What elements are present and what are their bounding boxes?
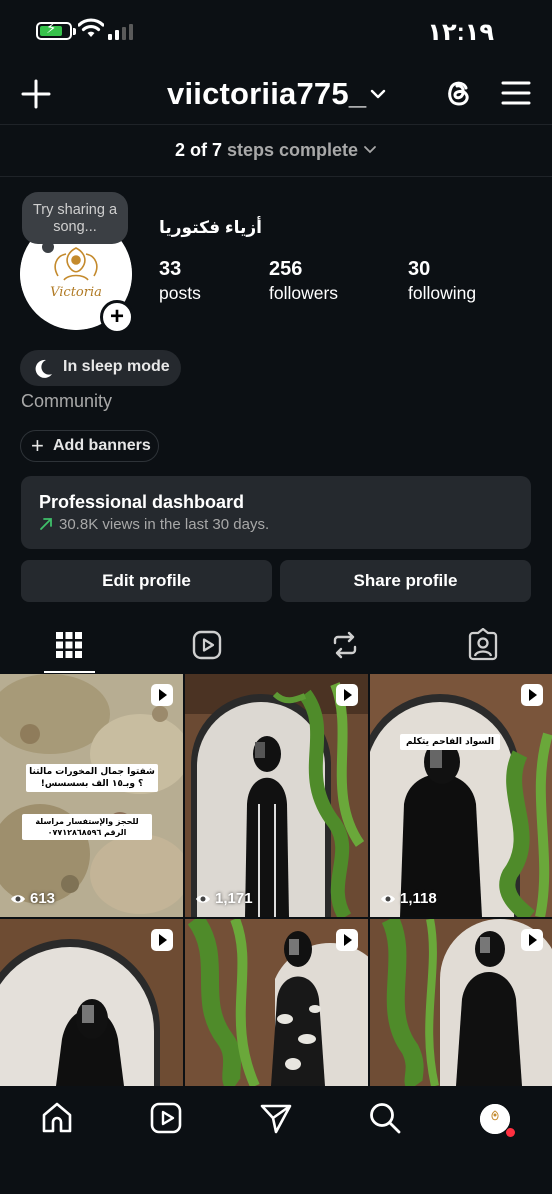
reel-icon [151, 684, 173, 706]
reel-icon [521, 929, 543, 951]
stat-label: posts [159, 283, 201, 303]
profile-top-bar: viictoriia775_ [0, 62, 552, 124]
note-bubble[interactable]: Try sharing a song... [22, 192, 128, 253]
eye-icon [11, 895, 25, 903]
posts-grid: شفتوا جمال المخورات مالتنا ؟ وبـ١٥ الف ب… [0, 674, 552, 1086]
reels-icon[interactable] [148, 1100, 184, 1136]
home-icon[interactable] [39, 1100, 75, 1136]
stat-posts[interactable]: 33 posts [159, 258, 201, 305]
reel-icon [336, 929, 358, 951]
steps-complete-banner[interactable]: 2 of 7 steps complete [0, 126, 552, 176]
eye-icon [196, 895, 210, 903]
bottom-navigation [0, 1086, 552, 1194]
app-screen: ⚡ ١٢:١٩ viictoriia775_ 2 of 7 steps comp… [0, 0, 552, 1194]
trend-up-icon [40, 518, 52, 530]
tab-reposts-icon[interactable] [328, 628, 362, 662]
cellular-signal-icon [108, 24, 136, 40]
sleep-mode-label: In sleep mode [63, 358, 170, 375]
svg-text:Victoria: Victoria [50, 285, 102, 300]
view-count-value: 1,118 [400, 890, 437, 907]
status-time: ١٢:١٩ [427, 19, 494, 46]
eye-icon [381, 895, 395, 903]
moon-icon [35, 359, 52, 378]
profile-category: Community [21, 391, 113, 411]
divider [0, 124, 552, 125]
add-banners-button[interactable]: + Add banners [20, 430, 159, 462]
reel-icon [151, 929, 173, 951]
view-count: 1,118 [380, 890, 437, 907]
reel-icon [336, 684, 358, 706]
wifi-icon [78, 18, 104, 37]
view-count-value: 1,171 [215, 890, 253, 907]
post-tile[interactable] [370, 919, 552, 1086]
profile-full-name: أزياء فكتوريا [159, 218, 262, 237]
create-plus-icon[interactable] [20, 78, 52, 110]
threads-icon[interactable] [442, 76, 476, 110]
post-thumbnail [185, 674, 368, 917]
steps-suffix: steps complete [226, 140, 359, 160]
stat-value: 256 [269, 258, 303, 280]
divider [0, 176, 552, 177]
chevron-down-icon[interactable] [370, 88, 386, 100]
post-thumbnail [370, 674, 552, 917]
tab-reels-icon[interactable] [190, 628, 224, 662]
stat-followers[interactable]: 256 followers [269, 258, 338, 305]
post-tile[interactable]: السواد الفاحم يتكلم 1,118 [370, 674, 552, 917]
edit-profile-button[interactable]: Edit profile [21, 560, 272, 602]
stat-value: 33 [159, 258, 182, 280]
view-count: 1,171 [195, 890, 253, 907]
tab-grid-icon[interactable] [52, 628, 86, 662]
notification-dot [506, 1128, 515, 1137]
username-switcher[interactable]: viictoriia775_ [167, 76, 366, 112]
post-tile[interactable] [0, 919, 183, 1086]
reel-icon [521, 684, 543, 706]
direct-messages-icon[interactable] [258, 1100, 294, 1136]
add-story-button[interactable]: + [100, 300, 134, 334]
view-count-value: 613 [30, 890, 56, 907]
battery-icon: ⚡ [36, 21, 76, 40]
post-caption: السواد الفاحم يتكلم [400, 734, 500, 750]
stat-label: followers [269, 283, 339, 303]
post-caption: للحجز والإستفسار مراسلة الرقم ٠٧٧١٢٨٦٨٥٩… [22, 814, 152, 840]
dashboard-title: Professional dashboard [39, 492, 245, 512]
post-tile[interactable] [185, 919, 368, 1086]
post-tile[interactable]: 1,171 [185, 674, 368, 917]
status-bar: ⚡ ١٢:١٩ [0, 0, 552, 62]
add-banners-label: Add banners [53, 437, 151, 454]
post-thumbnail [0, 674, 183, 917]
steps-progress: 2 of 7 [174, 140, 222, 160]
sleep-mode-pill[interactable]: In sleep mode [20, 350, 181, 386]
stat-label: following [408, 283, 477, 303]
view-count: 613 [10, 890, 55, 907]
chevron-down-icon [364, 146, 376, 154]
dashboard-subtitle: 30.8K views in the last 30 days. [59, 516, 270, 533]
plus-icon: + [31, 433, 44, 458]
stat-following[interactable]: 30 following [408, 258, 476, 305]
profile-tabs [0, 618, 552, 674]
tab-tagged-icon[interactable] [466, 628, 500, 662]
active-tab-indicator [44, 671, 95, 673]
professional-dashboard-card[interactable]: Professional dashboard 30.8K views in th… [21, 476, 531, 549]
share-profile-button[interactable]: Share profile [280, 560, 531, 602]
post-caption: شفتوا جمال المخورات مالتنا ؟ وبـ١٥ الف ب… [26, 764, 158, 792]
stat-value: 30 [408, 258, 431, 280]
post-tile[interactable]: شفتوا جمال المخورات مالتنا ؟ وبـ١٥ الف ب… [0, 674, 183, 917]
menu-hamburger-icon[interactable] [501, 80, 531, 106]
search-icon[interactable] [367, 1100, 403, 1136]
